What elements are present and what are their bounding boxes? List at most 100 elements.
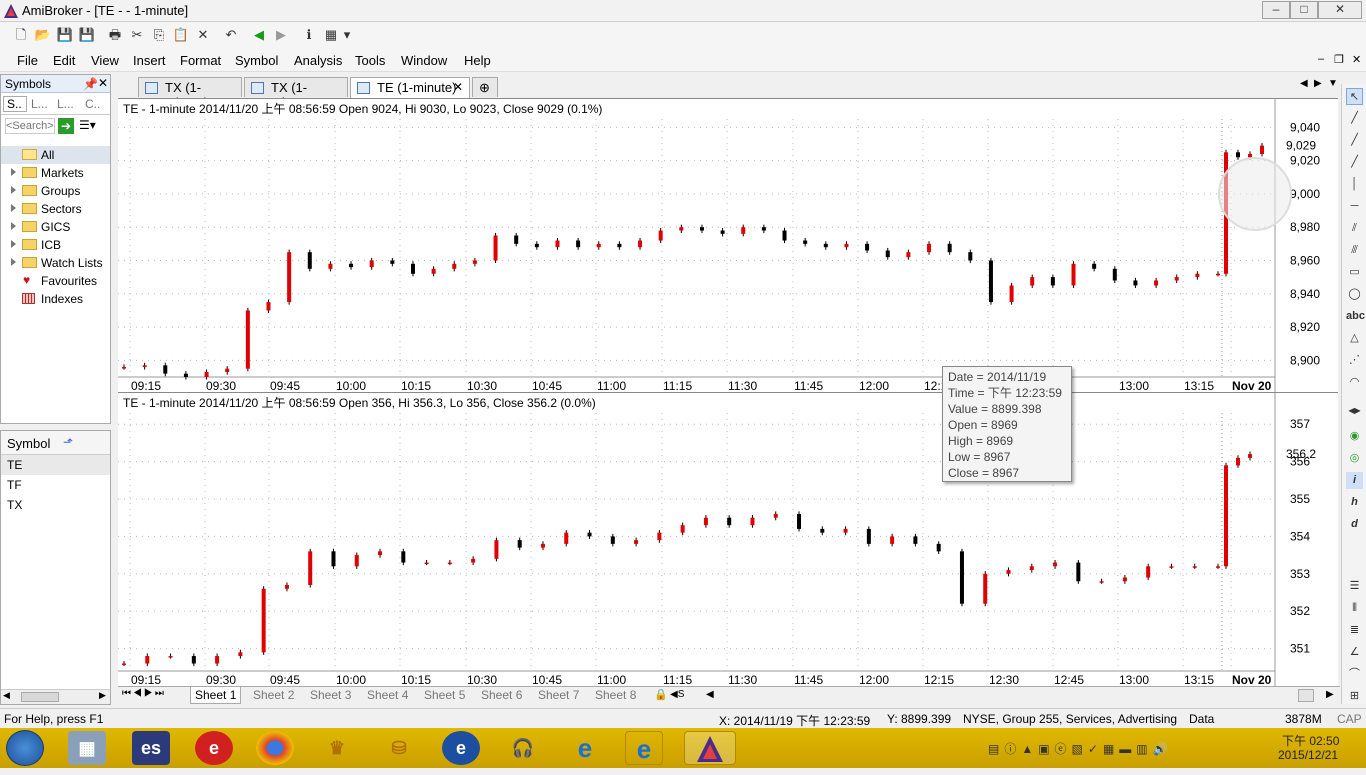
candle[interactable]: [657, 532, 662, 541]
symbol-list-header[interactable]: Symbol ⬏: [1, 431, 110, 455]
candle[interactable]: [401, 551, 406, 563]
candle[interactable]: [307, 252, 312, 269]
candle[interactable]: [1076, 562, 1081, 582]
candle[interactable]: [782, 230, 787, 241]
candle[interactable]: [1071, 263, 1076, 286]
candle[interactable]: [225, 368, 230, 373]
maximize-button[interactable]: □: [1290, 1, 1318, 19]
candle[interactable]: [534, 243, 539, 248]
h-tool-icon[interactable]: h: [1346, 494, 1363, 511]
candle[interactable]: [610, 536, 615, 544]
candle[interactable]: [328, 263, 333, 269]
delete-icon[interactable]: ✕: [194, 26, 212, 44]
candle[interactable]: [245, 310, 250, 369]
copy-icon[interactable]: ⎘: [150, 26, 168, 44]
mdi-minimize-button[interactable]: –: [1318, 53, 1324, 65]
candle[interactable]: [168, 656, 173, 658]
parallel-lines-icon[interactable]: ⫽: [1346, 220, 1363, 237]
candle[interactable]: [555, 240, 560, 248]
d-tool-icon[interactable]: d: [1346, 516, 1363, 533]
candle[interactable]: [145, 656, 150, 664]
candle[interactable]: [410, 263, 415, 274]
candle[interactable]: [885, 250, 890, 258]
scrollbar-thumb[interactable]: [21, 692, 59, 702]
line-icon[interactable]: ╱: [1346, 110, 1363, 127]
gann-icon[interactable]: ∠: [1346, 644, 1363, 661]
candle[interactable]: [1053, 562, 1058, 567]
candle[interactable]: [1216, 273, 1220, 276]
candle[interactable]: [122, 663, 126, 666]
filter-list-icon[interactable]: ☰▾: [79, 118, 96, 132]
candle[interactable]: [983, 573, 988, 604]
candle[interactable]: [564, 532, 569, 544]
sheet-tab-3[interactable]: Sheet 3: [306, 687, 355, 703]
candle[interactable]: [988, 260, 993, 303]
lock-icon[interactable]: 🔒: [654, 688, 668, 701]
sheet-tab-8[interactable]: Sheet 8: [591, 687, 640, 703]
candle[interactable]: [142, 365, 147, 368]
fib-time-icon[interactable]: ⦀: [1346, 600, 1363, 617]
candle[interactable]: [1195, 273, 1200, 278]
menu-format[interactable]: Format: [180, 53, 221, 68]
triangle-icon[interactable]: △: [1346, 330, 1363, 347]
candle[interactable]: [494, 540, 499, 559]
sheet-tab-2[interactable]: Sheet 2: [249, 687, 298, 703]
mini-tab-layers[interactable]: L...: [57, 97, 74, 111]
candle[interactable]: [820, 528, 825, 533]
gold-ingot-icon[interactable]: ⛁: [380, 731, 418, 765]
expand-icon[interactable]: [11, 204, 16, 212]
tab-close-icon[interactable]: ✕: [453, 80, 463, 94]
vertical-line-icon[interactable]: │: [1346, 176, 1363, 193]
menu-edit[interactable]: Edit: [53, 53, 75, 68]
candle[interactable]: [1009, 285, 1014, 303]
calculator-icon[interactable]: ▦: [68, 731, 106, 765]
start-button[interactable]: [6, 730, 44, 766]
chart-scroll-right-icon[interactable]: ▶: [1326, 689, 1334, 700]
candle[interactable]: [1099, 581, 1104, 583]
candle[interactable]: [890, 536, 895, 544]
tree-item-indexes[interactable]: Indexes: [1, 290, 110, 308]
candle[interactable]: [906, 252, 911, 258]
candle[interactable]: [369, 260, 374, 268]
price-chart[interactable]: 9,040 9,020 9,000 8,980 8,960 8,940 8,920 8,900…: [118, 99, 1338, 393]
arc-icon[interactable]: ◠: [1346, 374, 1363, 391]
candle[interactable]: [1122, 577, 1127, 582]
candle[interactable]: [1092, 263, 1097, 269]
candle[interactable]: [471, 558, 476, 563]
candle[interactable]: [1112, 268, 1117, 281]
pointer-icon[interactable]: ↖: [1346, 88, 1363, 105]
indicator-chart[interactable]: 35735635535435335235109:15 09:30 09:45 10:0…: [118, 393, 1338, 687]
scroll-s-icon[interactable]: ◀S: [670, 689, 684, 700]
toolbar-dropdown-icon[interactable]: ▾: [342, 26, 352, 44]
candle[interactable]: [634, 540, 639, 544]
candle[interactable]: [927, 243, 932, 253]
candle[interactable]: [596, 243, 601, 248]
expand-icon[interactable]: [11, 222, 16, 230]
clock-date[interactable]: 2015/12/21: [1278, 748, 1338, 762]
candle[interactable]: [354, 555, 359, 567]
menu-symbol[interactable]: Symbol: [235, 53, 278, 68]
expand-icon[interactable]: [11, 168, 16, 176]
symbol-search-input[interactable]: [5, 118, 55, 134]
candle[interactable]: [576, 240, 581, 248]
toolbar-scroll-icon[interactable]: ◀▶: [1346, 402, 1363, 419]
candle[interactable]: [1236, 152, 1240, 158]
tree-item-markets[interactable]: Markets: [1, 164, 110, 182]
tab-te[interactable]: TE (1-minute) ✕: [350, 77, 470, 99]
pin-icon[interactable]: 📌: [83, 77, 98, 91]
candle[interactable]: [587, 532, 592, 537]
indicator-pane[interactable]: TE - 1-minute 2014/11/20 上午 08:56:59 Ope…: [118, 392, 1338, 687]
crown-icon[interactable]: ♛: [318, 731, 356, 765]
candle[interactable]: [1050, 277, 1055, 286]
candle[interactable]: [843, 528, 848, 533]
calendar-icon[interactable]: ▦: [322, 26, 340, 44]
candle[interactable]: [638, 240, 643, 248]
ie-icon[interactable]: e: [566, 731, 604, 765]
fib-ext-icon[interactable]: ≣: [1346, 622, 1363, 639]
candle[interactable]: [1192, 566, 1197, 568]
symbol-column-header[interactable]: Symbol: [7, 436, 50, 451]
save-icon[interactable]: 💾: [56, 26, 74, 44]
tree-item-watch-lists[interactable]: Watch Lists: [1, 254, 110, 272]
candle[interactable]: [472, 260, 477, 264]
candle[interactable]: [1174, 277, 1179, 281]
